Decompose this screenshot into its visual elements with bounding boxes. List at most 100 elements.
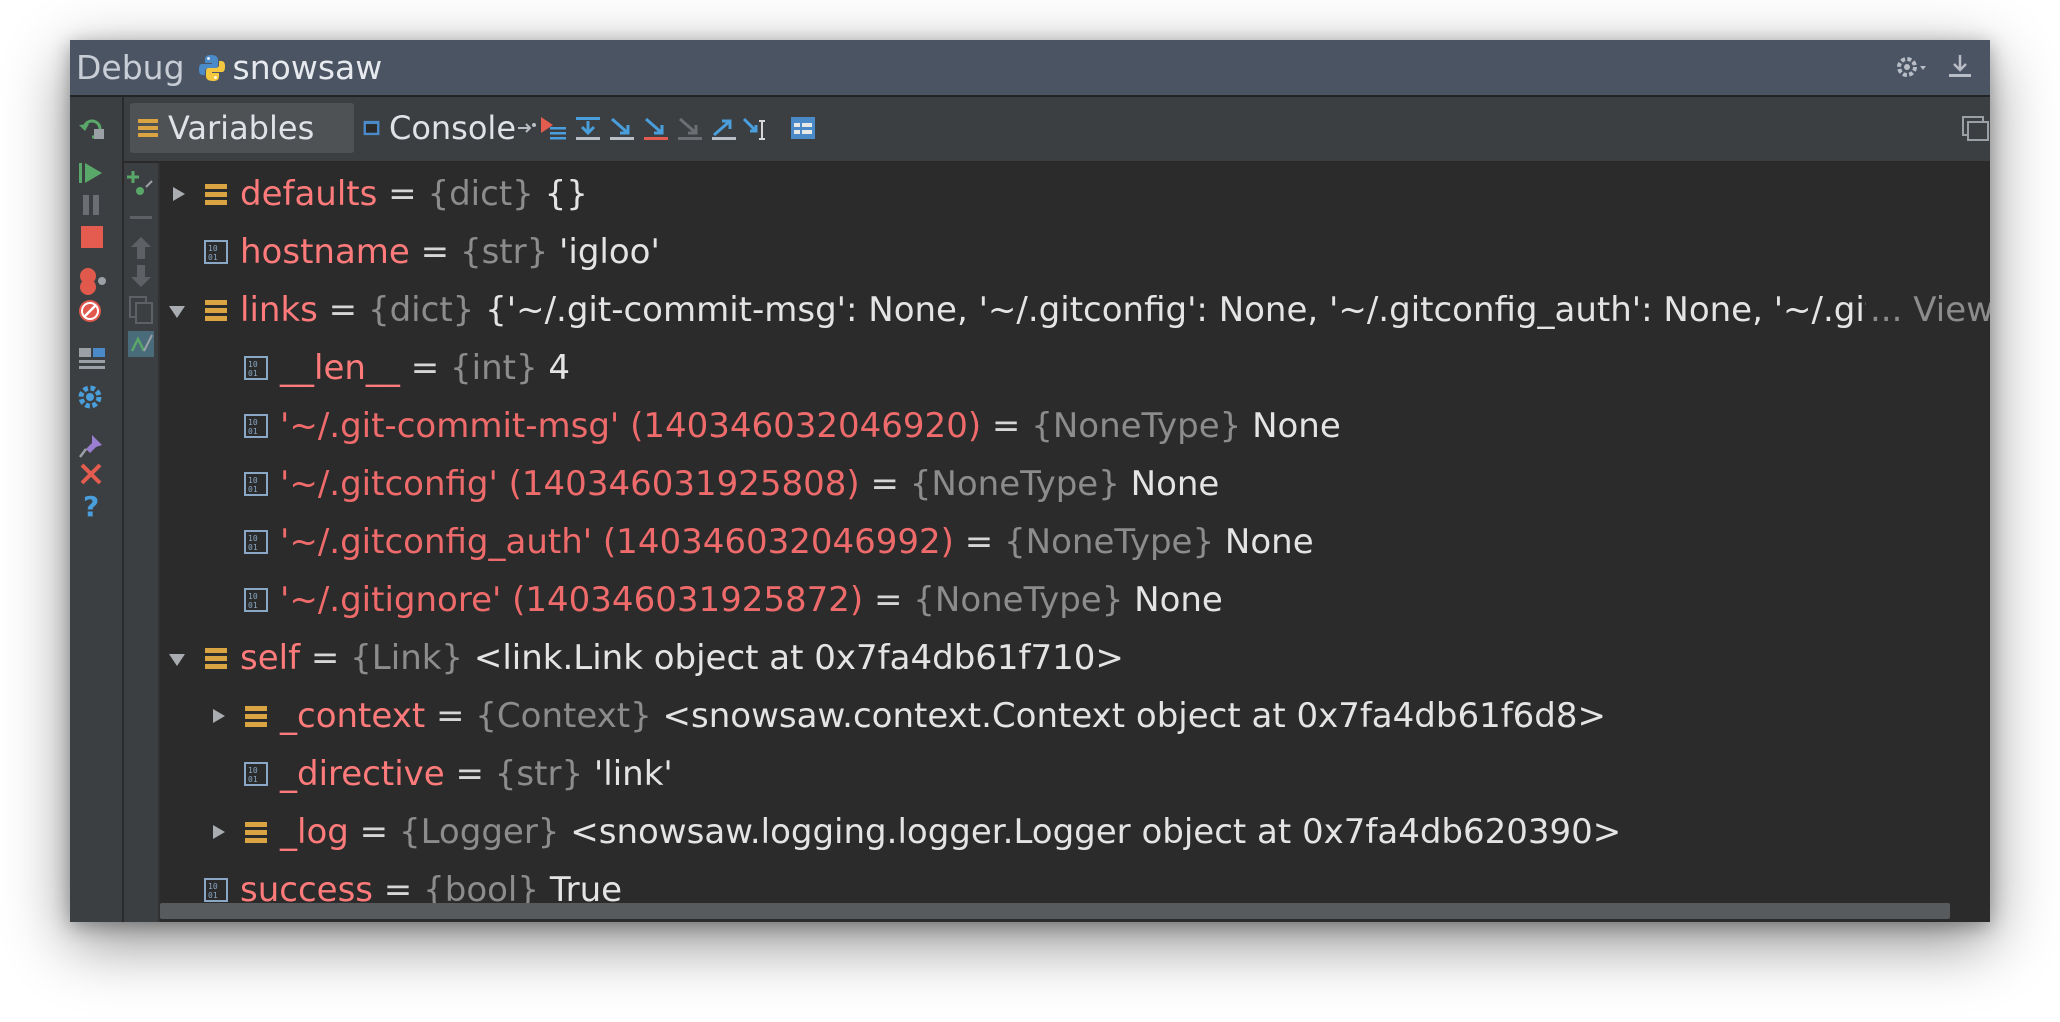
- restore-layout-icon[interactable]: [516, 113, 538, 143]
- pause-icon[interactable]: [76, 191, 110, 219]
- step-over-icon[interactable]: [574, 113, 604, 143]
- layout-settings-icon[interactable]: [76, 345, 110, 373]
- stop-icon[interactable]: [76, 223, 110, 251]
- primitive-var-icon: 1001: [244, 588, 268, 612]
- horizontal-scrollbar[interactable]: [160, 903, 1950, 919]
- tree-row-log[interactable]: _log = {Logger} <snowsaw.logging.logger.…: [160, 803, 1990, 861]
- var-eq: =: [953, 522, 1005, 562]
- show-values-inline-icon[interactable]: [126, 329, 156, 359]
- view-full-value-link[interactable]: ... View: [1866, 289, 1990, 331]
- remove-watch-icon[interactable]: [126, 211, 156, 225]
- rerun-icon[interactable]: [76, 115, 110, 143]
- run-to-cursor-icon[interactable]: [742, 113, 772, 143]
- tree-row-success[interactable]: 10 01 success = {bool} True: [160, 861, 1990, 903]
- move-up-icon[interactable]: [126, 235, 156, 261]
- move-down-icon[interactable]: [126, 263, 156, 289]
- var-value: True: [539, 870, 623, 903]
- step-into-my-code-icon[interactable]: [642, 113, 672, 143]
- dict-icon: [205, 184, 227, 205]
- var-name: defaults: [240, 174, 378, 214]
- var-type: {Context}: [475, 696, 652, 736]
- tree-row-links[interactable]: links = {dict} {'~/.git-commit-msg': Non…: [160, 281, 1990, 339]
- var-value: 4: [537, 348, 571, 388]
- debug-actions-strip: ?: [70, 97, 124, 922]
- object-icon: [245, 822, 267, 843]
- tree-row-self[interactable]: self = {Link} <link.Link object at 0x7fa…: [160, 629, 1990, 687]
- var-type: {Link}: [350, 638, 464, 678]
- tab-variables[interactable]: Variables: [130, 103, 354, 153]
- svg-text:01: 01: [208, 891, 218, 900]
- tree-row-gitignore[interactable]: 10 01 '~/.gitignore' (140346031925872) = …: [160, 571, 1990, 629]
- var-value: None: [1241, 406, 1341, 446]
- svg-text:01: 01: [248, 427, 258, 436]
- debug-config-name: snowsaw: [232, 48, 383, 87]
- object-icon: [245, 706, 267, 727]
- var-name: links: [240, 290, 318, 330]
- svg-text:10: 10: [248, 534, 258, 543]
- close-icon[interactable]: [76, 461, 110, 489]
- tree-row-gitconfig[interactable]: 10 01 '~/.gitconfig' (140346031925808) = …: [160, 455, 1990, 513]
- copy-watch-icon[interactable]: [126, 295, 156, 325]
- svg-text:10: 10: [208, 244, 218, 253]
- primitive-var-icon: 1001: [244, 472, 268, 496]
- var-eq: =: [981, 406, 1032, 446]
- settings-gear-icon[interactable]: [1894, 52, 1928, 86]
- view-breakpoints-icon[interactable]: [76, 267, 110, 295]
- expand-arrow-icon[interactable]: [210, 707, 228, 725]
- dict-icon: [205, 300, 227, 321]
- var-name: success: [240, 870, 373, 903]
- var-name: '~/.git-commit-msg' (140346032046920): [280, 406, 982, 446]
- svg-text:01: 01: [248, 543, 258, 552]
- settings-gear-icon[interactable]: [76, 383, 110, 411]
- tree-row-directive[interactable]: 10 01 _directive = {str} 'link': [160, 745, 1990, 803]
- var-eq: =: [444, 754, 495, 794]
- var-type: {NoneType}: [913, 580, 1124, 620]
- var-type: {str}: [494, 754, 584, 794]
- restore-layout-window-icon[interactable]: [1960, 113, 1990, 143]
- var-type: {NoneType}: [1031, 406, 1242, 446]
- console-icon: [363, 120, 380, 136]
- help-icon[interactable]: ?: [76, 491, 110, 519]
- evaluate-expression-icon[interactable]: [788, 113, 818, 143]
- var-eq: =: [300, 638, 351, 678]
- collapse-arrow-icon[interactable]: [168, 303, 186, 321]
- expand-arrow-icon[interactable]: [170, 185, 188, 203]
- var-name: '~/.gitconfig' (140346031925808): [280, 464, 860, 504]
- var-value: 'link': [583, 754, 673, 794]
- show-execution-point-icon[interactable]: [538, 113, 568, 143]
- var-eq: =: [348, 812, 399, 852]
- object-icon: [205, 648, 227, 669]
- var-eq: =: [409, 232, 460, 272]
- primitive-var-icon: 1001: [204, 878, 228, 902]
- var-type: {NoneType}: [909, 464, 1120, 504]
- collapse-arrow-icon[interactable]: [168, 651, 186, 669]
- step-into-icon[interactable]: [608, 113, 638, 143]
- expand-arrow-icon[interactable]: [210, 823, 228, 841]
- tree-row-gitconfig-auth[interactable]: 10 01 '~/.gitconfig_auth' (14034603204699…: [160, 513, 1990, 571]
- var-type: {bool}: [423, 870, 540, 903]
- tab-console[interactable]: Console: [356, 103, 516, 153]
- tree-row-git-commit-msg[interactable]: 10 01 '~/.git-commit-msg' (14034603204692…: [160, 397, 1990, 455]
- var-eq: =: [399, 348, 451, 388]
- svg-text:01: 01: [248, 601, 258, 610]
- primitive-var-icon: 1001: [204, 240, 228, 264]
- hide-panel-icon[interactable]: [1946, 52, 1974, 86]
- var-name: '~/.gitconfig_auth' (140346032046992): [280, 522, 954, 562]
- primitive-var-icon: 1001: [244, 414, 268, 438]
- tree-row-hostname[interactable]: 10 01 hostname = {str} 'igloo': [160, 223, 1990, 281]
- pin-tab-icon[interactable]: [76, 431, 110, 459]
- var-name: _log: [280, 812, 349, 852]
- resume-icon[interactable]: [76, 159, 110, 187]
- var-type: {int}: [450, 348, 538, 388]
- mute-breakpoints-icon[interactable]: [76, 297, 110, 325]
- var-name: _directive: [280, 754, 445, 794]
- tree-row-len[interactable]: 10 01 __len__ = {int} 4: [160, 339, 1990, 397]
- new-watch-icon[interactable]: [126, 169, 156, 199]
- step-out-icon[interactable]: [710, 113, 740, 143]
- var-value: <link.Link object at 0x7fa4db61f710>: [463, 638, 1124, 678]
- svg-text:10: 10: [248, 766, 258, 775]
- force-step-into-icon[interactable]: [676, 113, 706, 143]
- tree-row-defaults[interactable]: defaults = {dict} {}: [160, 165, 1990, 223]
- var-eq: =: [859, 464, 910, 504]
- tree-row-context[interactable]: _context = {Context} <snowsaw.context.Co…: [160, 687, 1990, 745]
